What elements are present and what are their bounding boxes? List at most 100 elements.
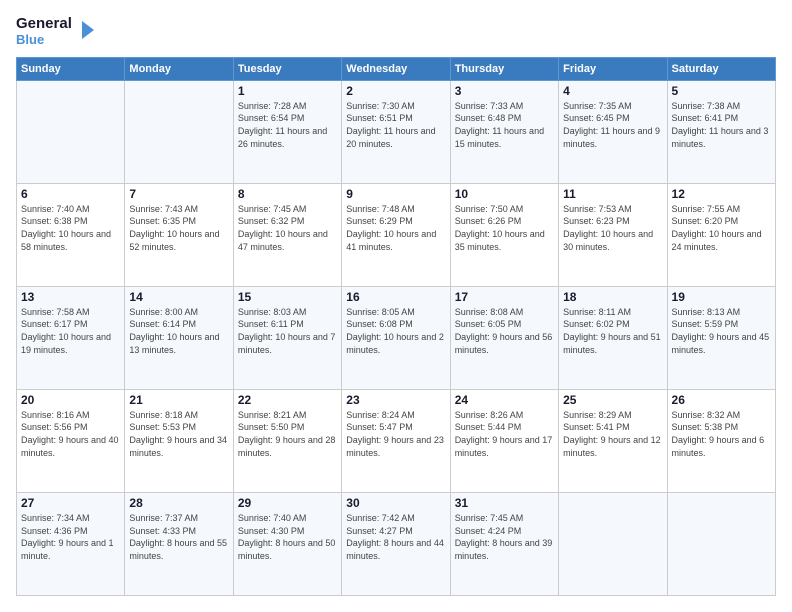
day-detail: Sunrise: 7:33 AM Sunset: 6:48 PM Dayligh… (455, 100, 554, 150)
calendar-table: SundayMondayTuesdayWednesdayThursdayFrid… (16, 57, 776, 596)
day-detail: Sunrise: 7:45 AM Sunset: 6:32 PM Dayligh… (238, 203, 337, 253)
day-detail: Sunrise: 8:18 AM Sunset: 5:53 PM Dayligh… (129, 409, 228, 459)
day-cell: 5Sunrise: 7:38 AM Sunset: 6:41 PM Daylig… (667, 80, 775, 183)
logo-blue: Blue (16, 33, 72, 47)
day-number: 26 (672, 393, 771, 407)
day-detail: Sunrise: 8:21 AM Sunset: 5:50 PM Dayligh… (238, 409, 337, 459)
day-detail: Sunrise: 7:45 AM Sunset: 4:24 PM Dayligh… (455, 512, 554, 562)
day-cell: 11 Sunrise: 7:53 AM Sunset: 6:23 PM Dayli… (559, 183, 667, 286)
day-detail: Sunrise: 8:16 AM Sunset: 5:56 PM Dayligh… (21, 409, 120, 459)
day-number: 11 (563, 187, 662, 201)
day-cell: 6 Sunrise: 7:40 AM Sunset: 6:38 PM Daylig… (17, 183, 125, 286)
weekday-header-row: SundayMondayTuesdayWednesdayThursdayFrid… (17, 57, 776, 80)
day-number: 9 (346, 187, 445, 201)
day-cell: 10Sunrise: 7:50 AM Sunset: 6:26 PM Dayli… (450, 183, 558, 286)
day-number: 20 (21, 393, 120, 407)
day-number: 25 (563, 393, 662, 407)
day-number: 21 (129, 393, 228, 407)
day-number: 4 (563, 84, 662, 98)
day-detail: Sunrise: 7:48 AM Sunset: 6:29 PM Dayligh… (346, 203, 445, 253)
weekday-header-friday: Friday (559, 57, 667, 80)
day-cell: 23Sunrise: 8:24 AM Sunset: 5:47 PM Dayli… (342, 389, 450, 492)
day-detail: Sunrise: 7:37 AM Sunset: 4:33 PM Dayligh… (129, 512, 228, 562)
day-detail: Sunrise: 7:53 AM Sunset: 6:23 PM Dayligh… (563, 203, 662, 253)
day-number: 1 (238, 84, 337, 98)
day-cell: 30 Sunrise: 7:42 AM Sunset: 4:27 PM Dayli… (342, 492, 450, 595)
day-number: 6 (21, 187, 120, 201)
day-detail: Sunrise: 7:38 AM Sunset: 6:41 PM Dayligh… (672, 100, 771, 150)
day-detail: Sunrise: 8:29 AM Sunset: 5:41 PM Dayligh… (563, 409, 662, 459)
day-cell: 22 Sunrise: 8:21 AM Sunset: 5:50 PM Dayli… (233, 389, 341, 492)
day-cell: 3Sunrise: 7:33 AM Sunset: 6:48 PM Daylig… (450, 80, 558, 183)
header: General Blue (16, 16, 776, 47)
page: General Blue SundayMondayTuesdayWednesda… (0, 0, 792, 612)
day-detail: Sunrise: 8:32 AM Sunset: 5:38 PM Dayligh… (672, 409, 771, 459)
day-cell: 8Sunrise: 7:45 AM Sunset: 6:32 PM Daylig… (233, 183, 341, 286)
weekday-header-monday: Monday (125, 57, 233, 80)
day-cell (17, 80, 125, 183)
day-cell: 12 Sunrise: 7:55 AM Sunset: 6:20 PM Dayli… (667, 183, 775, 286)
day-detail: Sunrise: 7:42 AM Sunset: 4:27 PM Dayligh… (346, 512, 445, 562)
day-number: 17 (455, 290, 554, 304)
day-cell: 27Sunrise: 7:34 AM Sunset: 4:36 PM Dayli… (17, 492, 125, 595)
day-number: 30 (346, 496, 445, 510)
day-cell: 20 Sunrise: 8:16 AM Sunset: 5:56 PM Dayli… (17, 389, 125, 492)
day-number: 18 (563, 290, 662, 304)
day-detail: Sunrise: 8:08 AM Sunset: 6:05 PM Dayligh… (455, 306, 554, 356)
week-row-3: 13 Sunrise: 7:58 AM Sunset: 6:17 PM Dayli… (17, 286, 776, 389)
day-cell: 19 Sunrise: 8:13 AM Sunset: 5:59 PM Dayli… (667, 286, 775, 389)
day-detail: Sunrise: 8:24 AM Sunset: 5:47 PM Dayligh… (346, 409, 445, 459)
day-cell (559, 492, 667, 595)
day-cell: 17 Sunrise: 8:08 AM Sunset: 6:05 PM Dayli… (450, 286, 558, 389)
day-detail: Sunrise: 7:58 AM Sunset: 6:17 PM Dayligh… (21, 306, 120, 356)
day-cell: 7 Sunrise: 7:43 AM Sunset: 6:35 PM Daylig… (125, 183, 233, 286)
week-row-4: 20 Sunrise: 8:16 AM Sunset: 5:56 PM Dayli… (17, 389, 776, 492)
day-detail: Sunrise: 8:13 AM Sunset: 5:59 PM Dayligh… (672, 306, 771, 356)
day-detail: Sunrise: 8:00 AM Sunset: 6:14 PM Dayligh… (129, 306, 228, 356)
day-number: 28 (129, 496, 228, 510)
weekday-header-sunday: Sunday (17, 57, 125, 80)
logo: General Blue (16, 16, 96, 47)
day-cell: 31 Sunrise: 7:45 AM Sunset: 4:24 PM Dayli… (450, 492, 558, 595)
day-cell: 4 Sunrise: 7:35 AM Sunset: 6:45 PM Daylig… (559, 80, 667, 183)
day-number: 16 (346, 290, 445, 304)
day-cell: 15 Sunrise: 8:03 AM Sunset: 6:11 PM Dayli… (233, 286, 341, 389)
day-detail: Sunrise: 7:30 AM Sunset: 6:51 PM Dayligh… (346, 100, 445, 150)
day-cell: 1Sunrise: 7:28 AM Sunset: 6:54 PM Daylig… (233, 80, 341, 183)
day-detail: Sunrise: 8:05 AM Sunset: 6:08 PM Dayligh… (346, 306, 445, 356)
day-number: 2 (346, 84, 445, 98)
day-number: 22 (238, 393, 337, 407)
day-number: 29 (238, 496, 337, 510)
day-detail: Sunrise: 7:35 AM Sunset: 6:45 PM Dayligh… (563, 100, 662, 150)
day-detail: Sunrise: 8:11 AM Sunset: 6:02 PM Dayligh… (563, 306, 662, 356)
day-cell: 9 Sunrise: 7:48 AM Sunset: 6:29 PM Daylig… (342, 183, 450, 286)
day-cell: 16 Sunrise: 8:05 AM Sunset: 6:08 PM Dayli… (342, 286, 450, 389)
day-cell: 14 Sunrise: 8:00 AM Sunset: 6:14 PM Dayli… (125, 286, 233, 389)
day-detail: Sunrise: 7:43 AM Sunset: 6:35 PM Dayligh… (129, 203, 228, 253)
day-number: 31 (455, 496, 554, 510)
day-detail: Sunrise: 7:40 AM Sunset: 6:38 PM Dayligh… (21, 203, 120, 253)
weekday-header-saturday: Saturday (667, 57, 775, 80)
day-number: 12 (672, 187, 771, 201)
day-number: 19 (672, 290, 771, 304)
day-detail: Sunrise: 8:26 AM Sunset: 5:44 PM Dayligh… (455, 409, 554, 459)
day-cell: 24 Sunrise: 8:26 AM Sunset: 5:44 PM Dayli… (450, 389, 558, 492)
weekday-header-thursday: Thursday (450, 57, 558, 80)
day-cell: 18 Sunrise: 8:11 AM Sunset: 6:02 PM Dayli… (559, 286, 667, 389)
day-cell: 21 Sunrise: 8:18 AM Sunset: 5:53 PM Dayli… (125, 389, 233, 492)
day-cell: 25 Sunrise: 8:29 AM Sunset: 5:41 PM Dayli… (559, 389, 667, 492)
day-detail: Sunrise: 8:03 AM Sunset: 6:11 PM Dayligh… (238, 306, 337, 356)
logo-arrow-icon (74, 19, 96, 41)
week-row-5: 27Sunrise: 7:34 AM Sunset: 4:36 PM Dayli… (17, 492, 776, 595)
day-cell: 29Sunrise: 7:40 AM Sunset: 4:30 PM Dayli… (233, 492, 341, 595)
day-cell: 13 Sunrise: 7:58 AM Sunset: 6:17 PM Dayli… (17, 286, 125, 389)
day-number: 15 (238, 290, 337, 304)
day-cell: 2 Sunrise: 7:30 AM Sunset: 6:51 PM Daylig… (342, 80, 450, 183)
day-number: 10 (455, 187, 554, 201)
day-detail: Sunrise: 7:55 AM Sunset: 6:20 PM Dayligh… (672, 203, 771, 253)
day-number: 13 (21, 290, 120, 304)
day-number: 27 (21, 496, 120, 510)
day-number: 24 (455, 393, 554, 407)
day-number: 7 (129, 187, 228, 201)
day-number: 14 (129, 290, 228, 304)
